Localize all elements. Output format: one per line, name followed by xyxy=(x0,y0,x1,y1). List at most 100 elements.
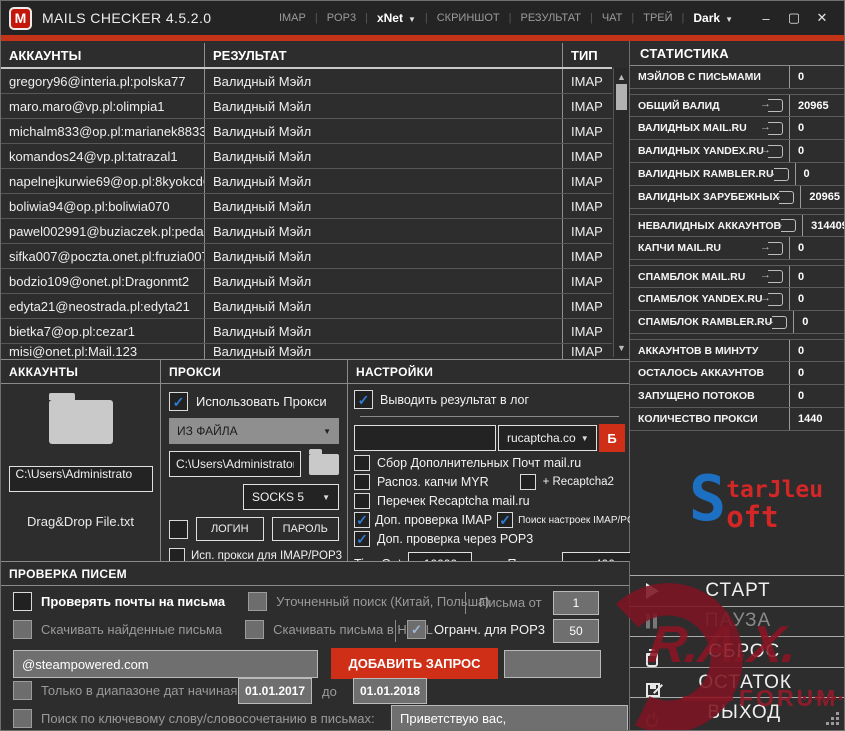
menu-screenshot[interactable]: СКРИНШОТ xyxy=(428,12,509,24)
proxy-path-input[interactable] xyxy=(169,451,301,477)
menu-tray[interactable]: ТРЕЙ xyxy=(634,12,681,24)
right-column: СТАТИСТИКА МЭЙЛОВ С ПИСЬМАМИ 0 ОБЩИЙ ВАЛИ… xyxy=(630,41,844,730)
accounts-drop-zone[interactable]: C:\Users\Administrato Drag&Drop File.txt xyxy=(1,384,160,529)
menu-result[interactable]: РЕЗУЛЬТАТ xyxy=(512,12,590,24)
column-header-accounts[interactable]: АККАУНТЫ xyxy=(1,43,204,67)
column-header-result[interactable]: РЕЗУЛЬТАТ xyxy=(204,43,562,67)
refined-search-checkbox[interactable] xyxy=(248,592,268,611)
export-arrow-icon[interactable] xyxy=(760,292,783,306)
pop3-check-label: Доп. проверка через POP3 xyxy=(377,532,534,546)
stat-value: 1440 xyxy=(798,413,823,425)
proxy-login-button[interactable]: ЛОГИН xyxy=(196,517,264,541)
proxy-source-dropdown[interactable]: ИЗ ФАЙЛА xyxy=(169,418,339,444)
add-query-button[interactable]: ДОБАВИТЬ ЗАПРОС xyxy=(331,648,498,679)
proxy-auth-checkbox[interactable] xyxy=(169,519,188,539)
download-html-checkbox[interactable] xyxy=(245,620,265,639)
titlebar[interactable]: M MAILS CHECKER 4.5.2.0 IMAP POP3 xNet С… xyxy=(1,1,844,35)
reset-button[interactable]: СБРОС xyxy=(630,636,844,667)
maximize-button[interactable]: ▢ xyxy=(780,10,808,26)
proxy-password-button[interactable]: ПАРОЛЬ xyxy=(271,517,339,541)
check-mails-checkbox[interactable] xyxy=(13,592,32,611)
table-row[interactable]: bodzio109@onet.pl:Dragonmt2 Валидный Мэйл… xyxy=(1,269,612,294)
balance-button[interactable]: Б xyxy=(599,424,625,452)
stat-value: 20965 xyxy=(809,191,841,203)
theme-dropdown[interactable]: Dark xyxy=(684,11,742,25)
keyword-search-checkbox[interactable] xyxy=(13,709,32,728)
export-arrow-icon[interactable] xyxy=(773,218,797,232)
menu-imap[interactable]: IMAP xyxy=(270,12,315,24)
table-row[interactable]: boliwia94@op.pl:boliwia070 Валидный Мэйл I… xyxy=(1,194,612,219)
scroll-down-icon[interactable] xyxy=(614,343,629,353)
table-row[interactable]: bietka7@op.pl:cezar1 Валидный Мэйл IMAP xyxy=(1,319,612,344)
pause-button[interactable]: ПАУЗА xyxy=(630,605,844,637)
pop3-check-checkbox[interactable] xyxy=(354,531,370,547)
export-arrow-icon[interactable] xyxy=(760,269,783,283)
scroll-up-icon[interactable] xyxy=(614,72,629,82)
export-arrow-icon[interactable] xyxy=(766,167,789,181)
imap-settings-search-checkbox[interactable] xyxy=(497,512,514,528)
stat-label: СПАМБЛОК RAMBLER.RU xyxy=(638,316,773,328)
titlebar-menu: IMAP POP3 xNet СКРИНШОТ РЕЗУЛЬТАТ ЧАТ ТР… xyxy=(270,11,742,25)
pop3-limit-value-box[interactable]: 50 xyxy=(553,619,599,643)
keyword-input[interactable] xyxy=(391,705,628,730)
export-arrow-icon[interactable] xyxy=(764,315,788,329)
stat-value: 0 xyxy=(798,242,805,254)
cell-result: Валидный Мэйл xyxy=(204,169,562,193)
log-output-checkbox[interactable] xyxy=(354,390,373,409)
query-list-box[interactable] xyxy=(504,650,601,678)
pop3-limit-checkbox[interactable] xyxy=(407,620,426,639)
stat-row: СПАМБЛОК RAMBLER.RU 0 xyxy=(630,311,844,334)
folder-icon[interactable] xyxy=(309,448,339,475)
use-proxy-checkbox[interactable] xyxy=(169,392,188,411)
exit-button[interactable]: ВЫХОД xyxy=(630,697,844,728)
scroll-thumb[interactable] xyxy=(616,84,627,110)
table-row[interactable]: pawel002991@buziaczek.pl:pedal1 Валидный … xyxy=(1,219,612,244)
date-range-checkbox[interactable] xyxy=(13,681,32,700)
proxy-type-dropdown[interactable]: SOCKS 5 xyxy=(243,484,339,510)
table-row[interactable]: maro.maro@vp.pl:olimpia1 Валидный Мэйл IMA… xyxy=(1,94,612,119)
export-arrow-icon[interactable] xyxy=(760,241,783,255)
captcha-key-input[interactable] xyxy=(354,425,496,451)
letters-from-value-box[interactable]: 1 xyxy=(553,591,599,615)
menu-chat[interactable]: ЧАТ xyxy=(593,12,632,24)
table-row[interactable]: edyta21@neostrada.pl:edyta21 Валидный Мэй… xyxy=(1,294,612,319)
export-arrow-icon[interactable] xyxy=(760,144,783,158)
column-header-type[interactable]: ТИП xyxy=(562,43,612,67)
table-row[interactable]: michalm833@op.pl:marianek8833 Валидный Мэ… xyxy=(1,119,612,144)
cell-account: pawel002991@buziaczek.pl:pedal1 xyxy=(9,223,204,239)
start-button[interactable]: СТАРТ xyxy=(630,575,844,606)
letters-from-label: Письма от xyxy=(479,595,542,610)
menu-xnet-dropdown[interactable]: xNet xyxy=(368,11,425,25)
export-arrow-icon[interactable] xyxy=(760,121,783,135)
table-row[interactable]: misi@onet.pl:Mail.123 Валидный Мэйл IMAP xyxy=(1,344,612,359)
recaptcha2-checkbox[interactable] xyxy=(519,474,536,490)
accounts-path-field[interactable]: C:\Users\Administrato xyxy=(8,466,153,492)
query-input[interactable] xyxy=(13,650,318,678)
app-logo-icon: M xyxy=(9,6,32,30)
minimize-button[interactable]: – xyxy=(752,11,780,26)
divider xyxy=(395,620,396,642)
download-found-checkbox[interactable] xyxy=(13,620,32,639)
imap-check-checkbox[interactable] xyxy=(354,512,370,528)
date-to-box[interactable]: 01.01.2018 xyxy=(353,678,427,704)
table-row[interactable]: napelnejkurwie69@op.pl:8kyokcdQ Валидный … xyxy=(1,169,612,194)
cell-type: IMAP xyxy=(562,269,612,293)
captcha-service-dropdown[interactable]: rucaptcha.co xyxy=(498,425,597,451)
resize-grip[interactable] xyxy=(836,722,839,725)
date-from-box[interactable]: 01.01.2017 xyxy=(238,678,312,704)
table-row[interactable]: sifka007@poczta.onet.pl:fruzia007 Валидны… xyxy=(1,244,612,269)
table-row[interactable]: gregory96@interia.pl:polska77 Валидный Мэ… xyxy=(1,69,612,94)
export-arrow-icon[interactable] xyxy=(760,98,783,112)
use-proxy-label: Использовать Прокси xyxy=(196,394,327,409)
table-row[interactable]: komandos24@vp.pl:tatrazal1 Валидный Мэйл I… xyxy=(1,144,612,169)
close-button[interactable]: ✕ xyxy=(808,10,836,26)
export-arrow-icon[interactable] xyxy=(771,190,795,204)
cell-type: IMAP xyxy=(562,169,612,193)
collect-extra-mail-checkbox[interactable] xyxy=(354,455,370,471)
myr-captcha-checkbox[interactable] xyxy=(354,474,370,490)
folder-icon[interactable] xyxy=(48,393,113,444)
recheck-recaptcha-checkbox[interactable] xyxy=(354,493,370,509)
menu-pop3[interactable]: POP3 xyxy=(318,12,365,24)
table-scrollbar[interactable] xyxy=(613,68,629,357)
remainder-button[interactable]: ОСТАТОК xyxy=(630,666,844,698)
